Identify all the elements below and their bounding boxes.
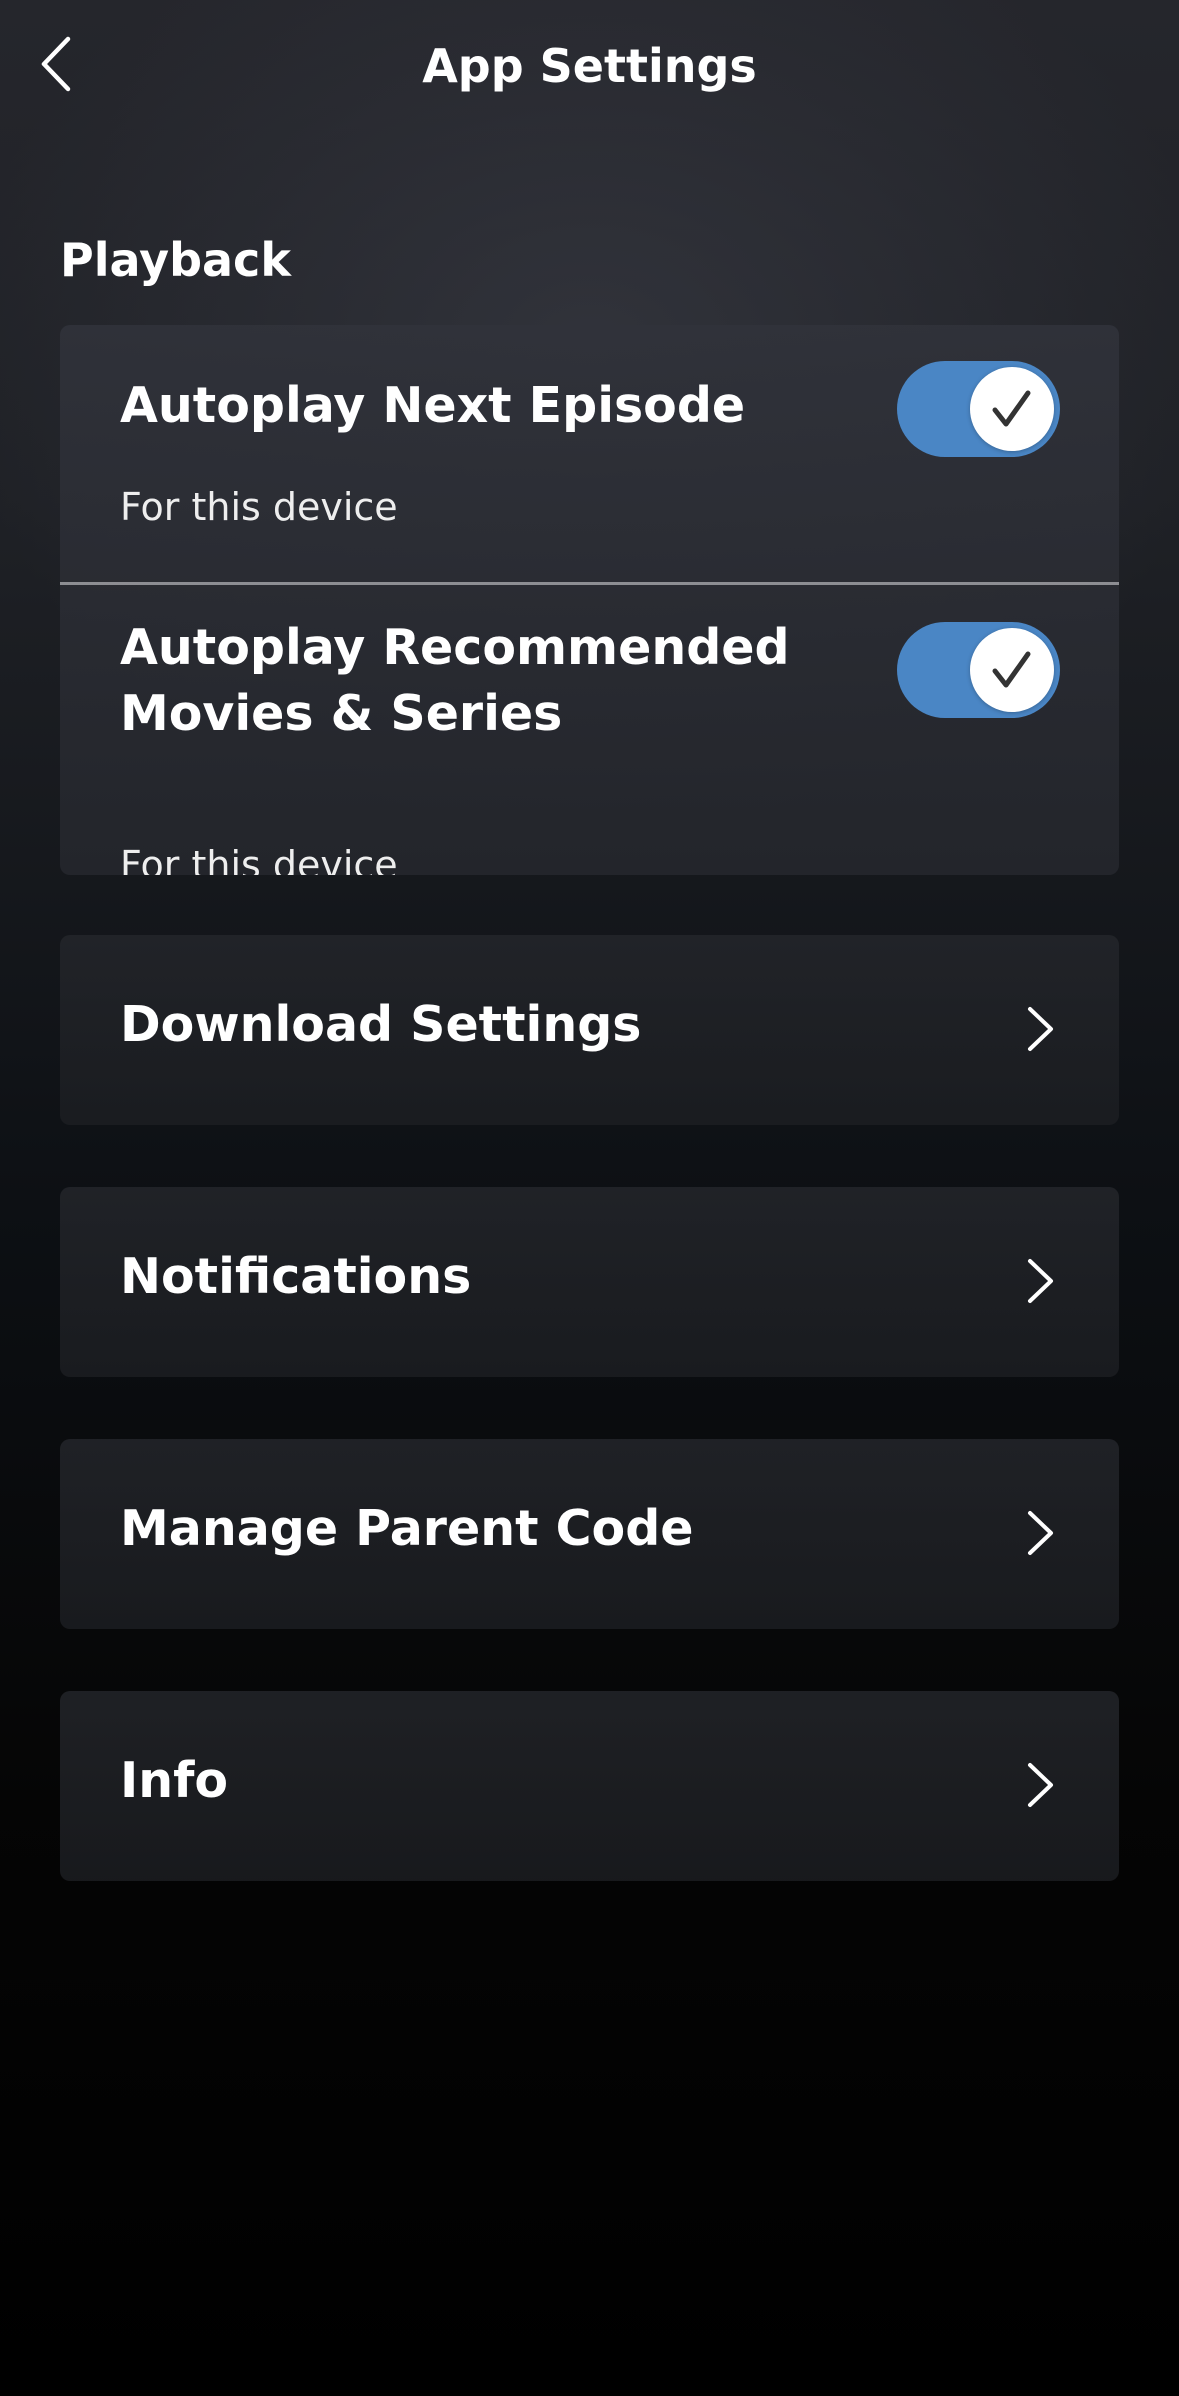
playback-settings-card: Autoplay Next Episode For this device Au… bbox=[60, 325, 1119, 875]
chevron-right-icon bbox=[1010, 1503, 1070, 1563]
autoplay-next-episode-toggle[interactable] bbox=[897, 361, 1060, 457]
toggle-knob bbox=[970, 628, 1054, 712]
setting-subtitle: For this device bbox=[120, 843, 398, 875]
menu-item-info[interactable]: Info bbox=[60, 1691, 1119, 1881]
section-title-playback: Playback bbox=[60, 233, 291, 287]
menu-item-label: Notifications bbox=[120, 1248, 472, 1305]
top-bar: App Settings bbox=[0, 0, 1179, 140]
autoplay-recommended-toggle[interactable] bbox=[897, 622, 1060, 718]
chevron-right-icon bbox=[1010, 1251, 1070, 1311]
checkmark-icon bbox=[992, 390, 1031, 427]
chevron-right-icon bbox=[1010, 999, 1070, 1059]
menu-item-label: Manage Parent Code bbox=[120, 1500, 694, 1557]
menu-item-manage-parent-code[interactable]: Manage Parent Code bbox=[60, 1439, 1119, 1629]
chevron-right-icon bbox=[1010, 1755, 1070, 1815]
page-title: App Settings bbox=[422, 39, 757, 93]
menu-item-download-settings[interactable]: Download Settings bbox=[60, 935, 1119, 1125]
menu-item-label: Download Settings bbox=[120, 996, 642, 1053]
menu-item-label: Info bbox=[120, 1752, 229, 1809]
setting-row-autoplay-next-episode: Autoplay Next Episode For this device bbox=[60, 325, 1119, 583]
setting-title: Autoplay Recommended Movies & Series bbox=[120, 619, 790, 742]
setting-title: Autoplay Next Episode bbox=[120, 377, 746, 434]
checkmark-icon bbox=[992, 651, 1031, 688]
toggle-knob bbox=[970, 367, 1054, 451]
setting-subtitle: For this device bbox=[120, 485, 398, 529]
setting-row-autoplay-recommended: Autoplay Recommended Movies & Series For… bbox=[60, 585, 1119, 875]
menu-item-notifications[interactable]: Notifications bbox=[60, 1187, 1119, 1377]
